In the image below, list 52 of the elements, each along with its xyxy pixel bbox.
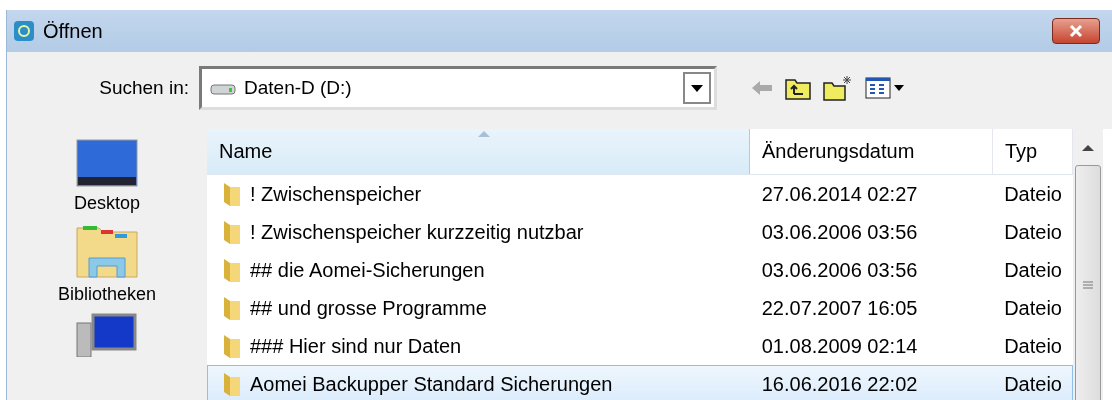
file-row[interactable]: ## und grosse Programme 22.07.2007 16:05 Dateio	[207, 289, 1073, 327]
desktop-icon[interactable]	[76, 139, 138, 187]
modified-date: 03.06.2006 03:56	[760, 220, 919, 244]
window-title: Öffnen	[43, 19, 104, 43]
column-header[interactable]: Änderungsdatum	[750, 129, 993, 174]
grip-icon	[1083, 280, 1093, 290]
file-name: Aomei Backupper Standard Sicherungen	[250, 372, 613, 396]
file-type: Dateio	[1003, 220, 1063, 244]
file-row[interactable]: ! Zwischenspeicher 27.06.2014 02:27 Dateio	[207, 175, 1073, 213]
scroll-thumb[interactable]	[1075, 165, 1101, 400]
place-label[interactable]: Desktop	[73, 193, 140, 214]
file-type: Dateio	[1003, 296, 1063, 320]
sort-arrow-icon	[478, 131, 490, 137]
file-type: Dateio	[1003, 334, 1063, 358]
file-type: Dateio	[1003, 258, 1063, 282]
folder-icon	[222, 181, 242, 207]
close-button[interactable]	[1052, 18, 1100, 44]
folder-icon	[222, 295, 242, 321]
modified-date: 01.08.2009 02:14	[760, 334, 919, 358]
folder-icon	[222, 219, 242, 245]
file-name: ### Hier sind nur Daten	[250, 334, 462, 358]
folder-icon	[222, 257, 242, 283]
folder-icon	[222, 333, 242, 359]
file-name: ! Zwischenspeicher	[250, 182, 422, 206]
file-name: ! Zwischenspeicher kurzzeitig nutzbar	[250, 220, 584, 244]
app-icon	[13, 20, 35, 42]
modified-date: 03.06.2006 03:56	[760, 258, 919, 282]
drive-icon	[210, 81, 236, 95]
file-type: Dateio	[1003, 372, 1063, 396]
folder-icon	[222, 371, 242, 397]
file-row[interactable]: ### Hier sind nur Daten 01.08.2009 02:14 Dateio	[207, 327, 1073, 365]
place-label[interactable]: Bibliotheken	[57, 284, 157, 305]
view-menu-icon[interactable]	[865, 77, 905, 99]
up-folder-icon[interactable]	[785, 76, 811, 100]
file-name: ## die Aomei-Sicherungen	[250, 258, 485, 282]
column-header[interactable]: Name	[207, 129, 750, 174]
vertical-scrollbar[interactable]	[1073, 129, 1103, 400]
modified-date: 16.06.2016 22:02	[760, 372, 919, 396]
look-in-dropdown[interactable]: Daten-D (D:)	[199, 66, 717, 110]
caret-icon	[691, 84, 703, 92]
file-row[interactable]: ## die Aomei-Sicherungen 03.06.2006 03:56 Dateio	[207, 251, 1073, 289]
close-icon	[1067, 24, 1085, 38]
computer-icon[interactable]	[75, 313, 139, 357]
file-row[interactable]: Aomei Backupper Standard Sicherungen 16.06.2016 22:02 Dateio	[207, 365, 1073, 400]
file-type: Dateio	[1003, 182, 1063, 206]
file-name: ## und grosse Programme	[250, 296, 487, 320]
modified-date: 22.07.2007 16:05	[760, 296, 919, 320]
file-row[interactable]: ! Zwischenspeicher kurzzeitig nutzbar 03.06.2006 03:56 Dateio	[207, 213, 1073, 251]
new-folder-icon[interactable]	[823, 75, 853, 101]
look-in-label: Suchen in:	[98, 77, 190, 99]
modified-date: 27.06.2014 02:27	[760, 182, 919, 206]
scroll-up-icon[interactable]	[1082, 145, 1094, 151]
